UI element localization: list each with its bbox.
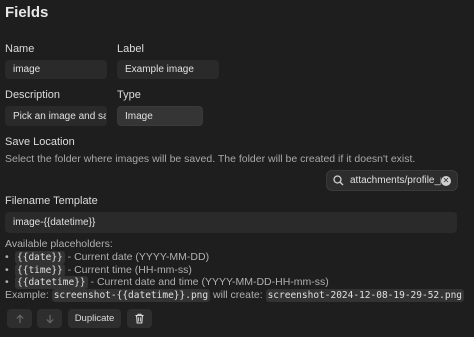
arrow-down-icon [45,314,55,324]
delete-button[interactable] [127,309,152,328]
example-result: screenshot-2024-12-08-19-29-52.png [265,289,465,302]
filename-template-input[interactable]: image-{{datetime}} [5,212,457,233]
section-title: Fields [5,4,49,21]
placeholder-item: • {{datetime}} - Current date and time (Y… [5,276,329,289]
label-input[interactable]: Example image [117,60,219,79]
filename-template-label: Filename Template [5,195,98,207]
placeholders-heading: Available placeholders: [5,238,113,250]
description-input[interactable]: Pick an image and save [5,106,107,126]
description-label: Description [5,89,61,101]
placeholder-text: - Current time (HH-mm-ss) [64,264,192,276]
name-label: Name [5,43,35,55]
example-code: screenshot-{{datetime}}.png [51,289,211,302]
type-label: Type [117,89,141,101]
move-up-button[interactable] [7,309,32,328]
placeholder-text: - Current date and time (YYYY-MM-DD-HH-m… [87,276,329,288]
example-mid: will create: [210,289,266,301]
placeholder-code: {{datetime}} [15,276,88,289]
placeholder-item: • {{date}} - Current date (YYYY-MM-DD) [5,251,210,264]
placeholder-code: {{date}} [15,251,65,264]
save-location-help: Select the folder where images will be s… [5,153,416,165]
save-location-search[interactable]: attachments/profile_pic ✕ [326,170,458,191]
search-icon [333,175,344,186]
label-label: Label [117,43,144,55]
save-location-label: Save Location [5,136,75,148]
move-down-button[interactable] [37,309,62,328]
save-location-value: attachments/profile_pic [350,175,441,186]
trash-icon [134,313,145,324]
placeholder-example: Example: screenshot-{{datetime}}.png wil… [5,289,465,302]
name-input[interactable]: image [5,60,107,79]
arrow-up-icon [15,313,25,324]
placeholder-text: - Current date (YYYY-MM-DD) [64,251,210,263]
duplicate-button[interactable]: Duplicate [68,309,121,328]
type-select[interactable]: Image [117,106,203,126]
example-prefix: Example: [5,289,52,301]
clear-icon[interactable]: ✕ [441,175,451,186]
placeholder-item: • {{time}} - Current time (HH-mm-ss) [5,264,192,277]
